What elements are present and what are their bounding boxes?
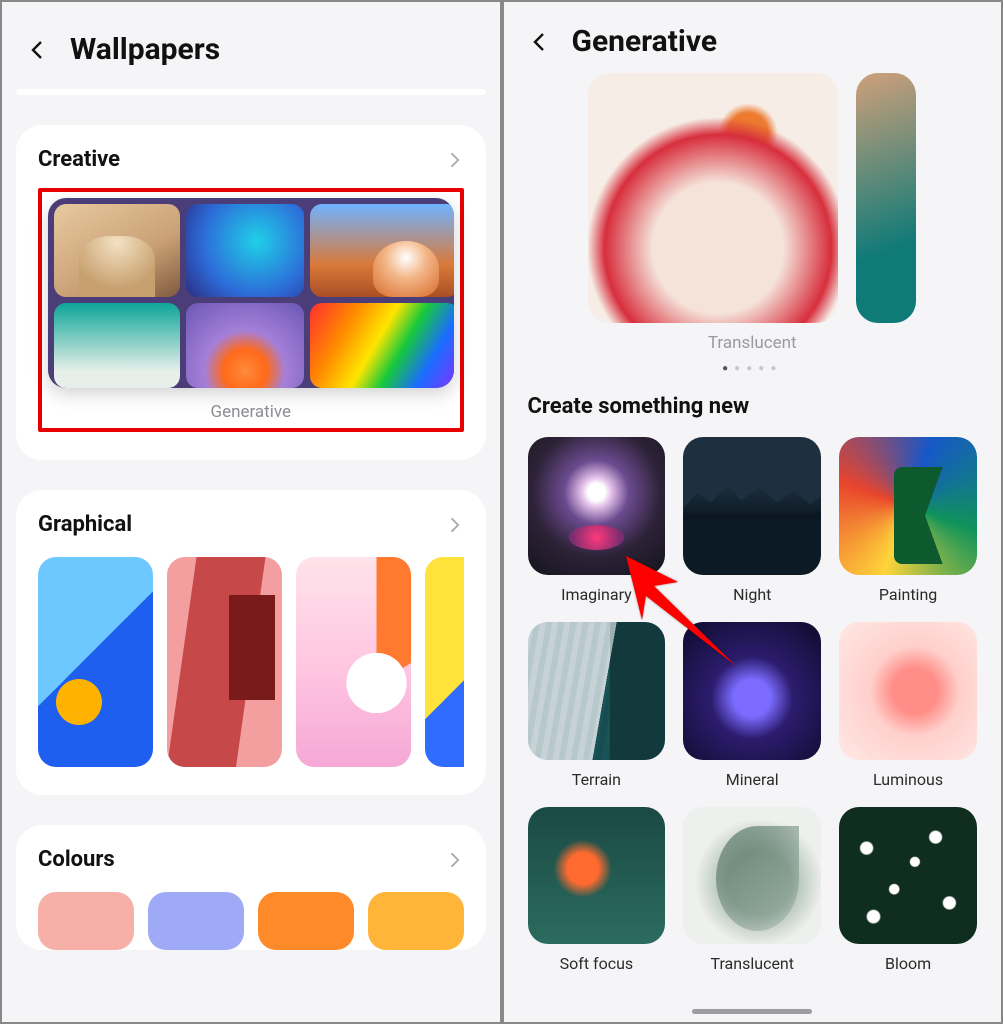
theme-thumb xyxy=(683,807,821,945)
chevron-right-icon xyxy=(444,850,464,870)
preview-tile-next[interactable] xyxy=(856,73,916,323)
generative-thumb-segment xyxy=(186,303,304,388)
section-creative: Creative Generative xyxy=(16,125,486,460)
generative-caption: Generative xyxy=(48,402,454,422)
generative-screen: Generative Translucent ●●●●● Create some… xyxy=(502,0,1003,1024)
graphical-row[interactable] xyxy=(38,557,464,767)
section-header-graphical[interactable]: Graphical xyxy=(38,512,464,537)
theme-thumb xyxy=(528,807,666,945)
pager-dot[interactable]: ● xyxy=(758,363,770,374)
theme-terrain[interactable]: Terrain xyxy=(528,622,666,789)
theme-thumb xyxy=(683,437,821,575)
home-indicator[interactable] xyxy=(692,1009,812,1014)
theme-translucent[interactable]: Translucent xyxy=(683,807,821,974)
theme-painting[interactable]: Painting xyxy=(839,437,977,604)
theme-label: Translucent xyxy=(683,954,821,973)
theme-label: Luminous xyxy=(839,770,977,789)
theme-label: Imaginary xyxy=(528,585,666,604)
preview-carousel[interactable] xyxy=(528,73,978,323)
top-sliver-card xyxy=(16,89,486,95)
pager-dot[interactable]: ● xyxy=(722,363,734,374)
theme-thumb xyxy=(839,437,977,575)
generative-tile[interactable] xyxy=(48,198,454,388)
generative-thumb-segment xyxy=(54,204,180,297)
theme-grid: Imaginary Night Painting Terrain Mineral Lumi… xyxy=(528,437,978,973)
chevron-right-icon xyxy=(444,150,464,170)
colour-swatch[interactable] xyxy=(38,892,134,950)
theme-bloom[interactable]: Bloom xyxy=(839,807,977,974)
generative-thumb-segment xyxy=(186,204,304,297)
back-button[interactable] xyxy=(526,28,554,56)
theme-night[interactable]: Night xyxy=(683,437,821,604)
theme-thumb xyxy=(528,622,666,760)
section-title: Graphical xyxy=(38,512,132,537)
preview-tile-translucent[interactable] xyxy=(588,73,838,323)
wallpapers-screen: Wallpapers Creative xyxy=(0,0,502,1024)
pager-dot[interactable]: ● xyxy=(746,363,758,374)
graphical-wallpaper[interactable] xyxy=(167,557,282,767)
theme-thumb xyxy=(528,437,666,575)
colour-swatch[interactable] xyxy=(368,892,464,950)
annotation-highlight-box: Generative xyxy=(38,188,464,432)
section-header-creative[interactable]: Creative xyxy=(38,147,464,172)
theme-label: Terrain xyxy=(528,770,666,789)
theme-label: Bloom xyxy=(839,954,977,973)
theme-luminous[interactable]: Luminous xyxy=(839,622,977,789)
generative-thumb-segment xyxy=(310,204,454,297)
back-button[interactable] xyxy=(24,36,52,64)
theme-imaginary[interactable]: Imaginary xyxy=(528,437,666,604)
theme-thumb xyxy=(839,622,977,760)
generative-thumb-segment xyxy=(54,303,180,388)
colour-swatch[interactable] xyxy=(148,892,244,950)
page-title: Wallpapers xyxy=(70,32,220,67)
theme-label: Mineral xyxy=(683,770,821,789)
chevron-left-icon xyxy=(26,38,50,62)
chevron-left-icon xyxy=(528,30,552,54)
chevron-right-icon xyxy=(444,515,464,535)
colours-row[interactable] xyxy=(38,892,464,950)
theme-label: Soft focus xyxy=(528,954,666,973)
theme-mineral[interactable]: Mineral xyxy=(683,622,821,789)
section-header-colours[interactable]: Colours xyxy=(38,847,464,872)
section-graphical: Graphical xyxy=(16,490,486,795)
generative-thumb-segment xyxy=(310,303,454,388)
theme-thumb xyxy=(839,807,977,945)
theme-label: Night xyxy=(683,585,821,604)
subheading: Create something new xyxy=(528,394,978,419)
graphical-wallpaper[interactable] xyxy=(296,557,411,767)
pager-dot[interactable]: ● xyxy=(734,363,746,374)
preview-caption: Translucent xyxy=(528,333,978,353)
graphical-wallpaper[interactable] xyxy=(38,557,153,767)
graphical-wallpaper[interactable] xyxy=(425,557,464,767)
theme-label: Painting xyxy=(839,585,977,604)
section-title: Creative xyxy=(38,147,120,172)
theme-softfocus[interactable]: Soft focus xyxy=(528,807,666,974)
section-title: Colours xyxy=(38,847,115,872)
page-title: Generative xyxy=(572,24,718,59)
theme-thumb xyxy=(683,622,821,760)
colour-swatch[interactable] xyxy=(258,892,354,950)
pager-dots[interactable]: ●●●●● xyxy=(528,363,978,374)
pager-dot[interactable]: ● xyxy=(770,363,782,374)
section-colours: Colours xyxy=(16,825,486,950)
